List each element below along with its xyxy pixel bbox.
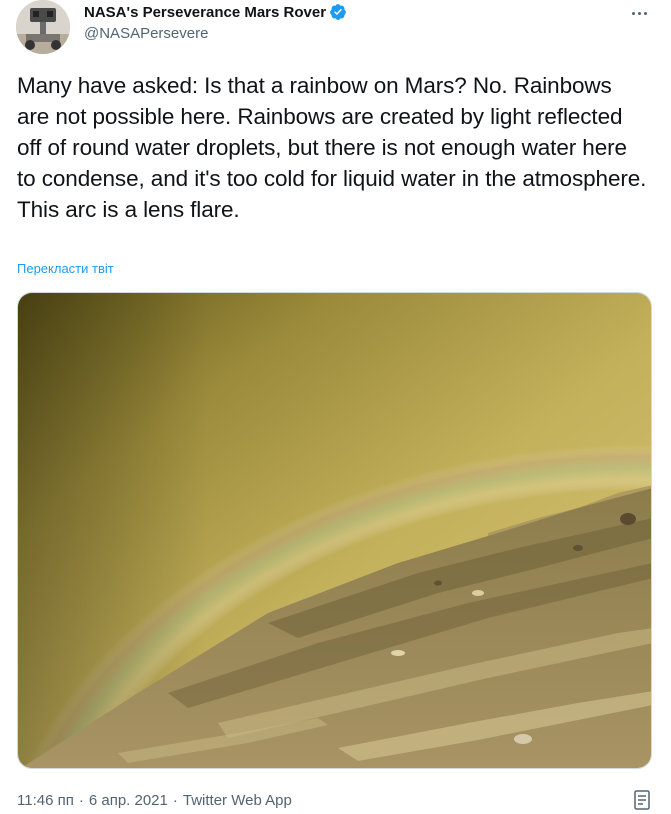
analytics-icon[interactable] <box>633 789 653 811</box>
tweet-photo[interactable] <box>17 292 652 769</box>
tweet-header: NASA's Perseverance Mars Rover @NASAPers… <box>16 0 655 56</box>
display-name-row: NASA's Perseverance Mars Rover <box>84 1 347 23</box>
tweet-meta: 11:46 пп · 6 апр. 2021 · Twitter Web App <box>17 792 292 809</box>
more-dots-icon[interactable] <box>625 2 653 24</box>
tweet-text: Many have asked: Is that a rainbow on Ma… <box>17 73 647 222</box>
display-name[interactable]: NASA's Perseverance Mars Rover <box>84 4 326 21</box>
analytics-glyph <box>634 790 650 810</box>
rover-avatar-icon <box>16 0 70 54</box>
translate-tweet-link[interactable]: Перекласти твіт <box>17 261 114 276</box>
tweet: NASA's Perseverance Mars Rover @NASAPers… <box>0 0 671 814</box>
tweet-time[interactable]: 11:46 пп <box>17 792 74 809</box>
mars-photo-image <box>18 293 651 768</box>
meta-separator: · <box>78 792 84 809</box>
verified-badge-icon <box>330 4 346 20</box>
meta-separator: · <box>172 792 178 809</box>
author-handle[interactable]: @NASAPersevere <box>84 25 347 42</box>
tweet-date[interactable]: 6 апр. 2021 <box>89 792 168 809</box>
avatar[interactable] <box>16 0 70 54</box>
author-names: NASA's Perseverance Mars Rover @NASAPers… <box>84 1 347 42</box>
tweet-source[interactable]: Twitter Web App <box>183 792 292 809</box>
